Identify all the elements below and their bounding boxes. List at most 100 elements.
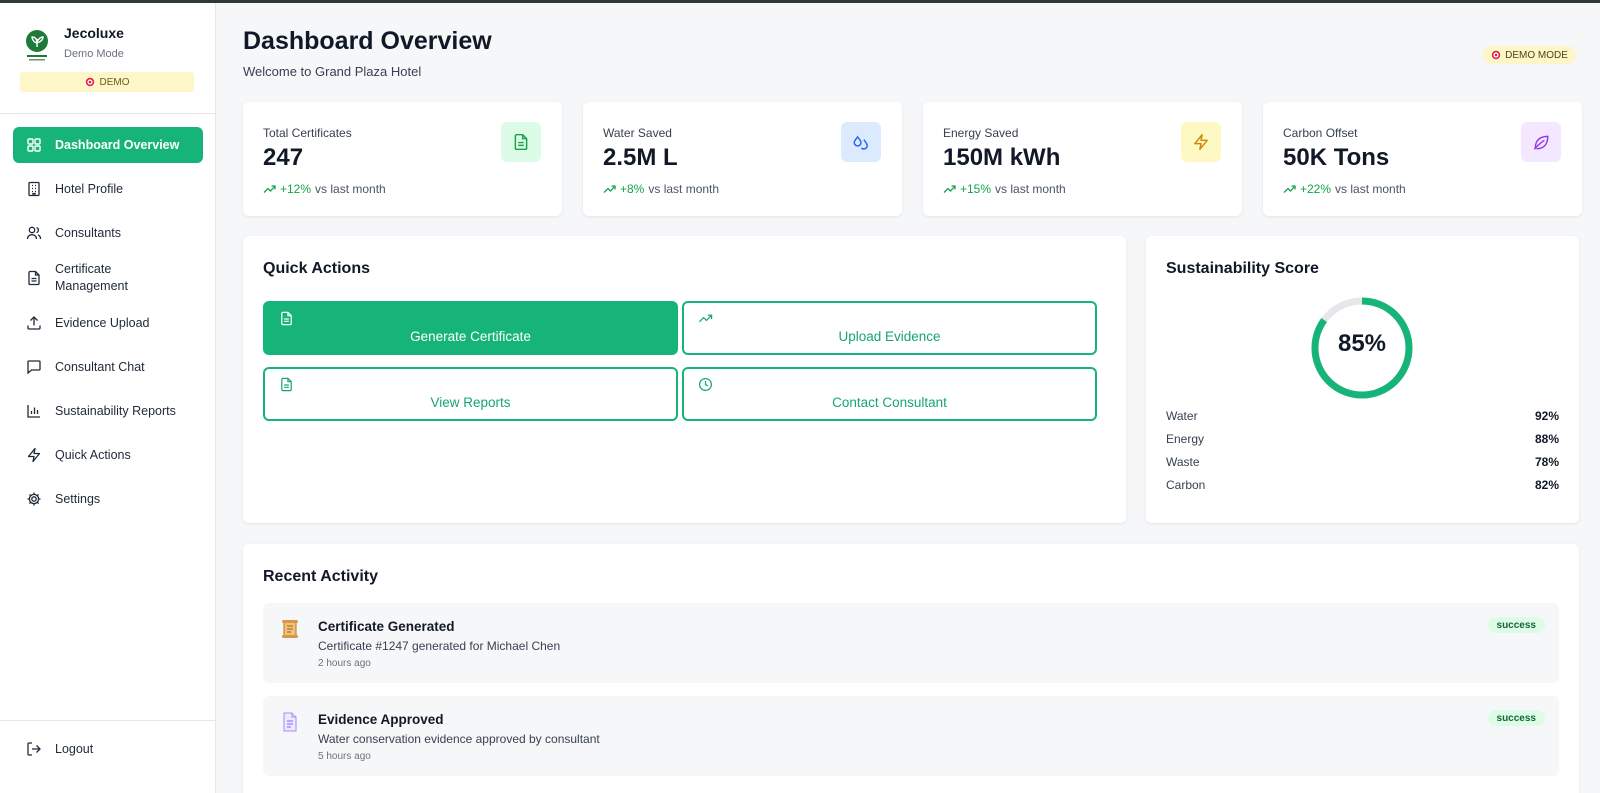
activity-description: Water conservation evidence approved by … [318, 732, 600, 746]
sidebar-item-dashboard-overview[interactable]: Dashboard Overview [13, 127, 203, 163]
sidebar-item-label: Certificate Management [55, 262, 128, 293]
file-icon [28, 270, 40, 286]
file-icon [514, 133, 528, 151]
status-badge: success [1487, 710, 1545, 726]
sidebar-nav: Dashboard Overview Hotel Profile Consult… [13, 127, 203, 525]
stat-trend: +22% vs last month [1283, 182, 1406, 196]
logout-label: Logout [55, 742, 94, 756]
clock-icon [698, 377, 713, 392]
button-label: View Reports [430, 395, 511, 410]
stat-label: Water Saved [603, 126, 672, 140]
metric-name: Energy [1166, 432, 1205, 446]
sustainability-score-title: Sustainability Score [1166, 260, 1319, 277]
stat-trend-suffix: vs last month [648, 182, 720, 196]
file-icon [281, 377, 292, 392]
stat-trend-suffix: vs last month [315, 182, 386, 196]
button-label: Contact Consultant [832, 395, 947, 410]
stat-icon-box [1181, 122, 1221, 162]
recent-activity-card: Recent Activity Certificate Generated Ce… [243, 544, 1579, 793]
brand-mode: Demo Mode [64, 48, 124, 60]
sidebar: Jecoluxe Demo Mode DEMO Dashboard Overvi… [0, 3, 216, 793]
sidebar-item-quick-actions[interactable]: Quick Actions [13, 437, 203, 473]
activity-title: Evidence Approved [318, 712, 444, 727]
status-badge: success [1487, 617, 1545, 633]
metric-value: 78% [1534, 455, 1559, 469]
view-reports-button[interactable]: View Reports [263, 367, 678, 421]
sidebar-item-certificate-management[interactable]: Certificate Management [13, 257, 203, 299]
leaf-icon [1533, 135, 1549, 150]
page-title: Dashboard Overview [243, 27, 492, 55]
sidebar-item-label: Consultant Chat [55, 359, 145, 374]
logout-icon [27, 742, 41, 756]
activity-item[interactable]: Evidence Approved Water conservation evi… [263, 696, 1559, 776]
gear-icon [27, 492, 41, 506]
stat-icon-box [501, 122, 541, 162]
upload-icon [27, 316, 41, 330]
stat-icon-box [1521, 122, 1561, 162]
stat-card-energy-saved: Energy Saved 150M kWh +15% vs last month [923, 102, 1242, 216]
activity-description: Certificate #1247 generated for Michael … [318, 639, 561, 653]
sidebar-item-hotel-profile[interactable]: Hotel Profile [13, 171, 203, 207]
droplets-icon [853, 135, 868, 150]
activity-item[interactable]: Certificate Generated Certificate #1247 … [263, 603, 1559, 683]
sidebar-item-label: Evidence Upload [55, 315, 150, 330]
metric-value: 88% [1534, 432, 1559, 446]
stat-trend-value: +12% [280, 182, 312, 196]
sidebar-item-label: Consultants [55, 225, 122, 240]
stat-value: 50K Tons [1283, 144, 1390, 171]
sidebar-item-label: Dashboard Overview [55, 137, 180, 152]
demo-pill: DEMO [20, 72, 194, 92]
upload-evidence-button[interactable]: Upload Evidence [682, 301, 1097, 355]
brand-name: Jecoluxe [64, 25, 124, 41]
chat-icon [27, 360, 41, 375]
generate-certificate-button[interactable]: Generate Certificate [263, 301, 678, 355]
activity-time: 2 hours ago [318, 658, 371, 669]
sidebar-item-consultants[interactable]: Consultants [13, 215, 203, 251]
stat-label: Total Certificates [263, 126, 352, 140]
metric-row-carbon: Carbon 82% [1166, 478, 1559, 492]
stat-label: Energy Saved [943, 126, 1019, 140]
metric-row-water: Water 92% [1166, 409, 1559, 423]
metric-value: 92% [1534, 409, 1559, 423]
metric-value: 82% [1534, 478, 1559, 492]
target-icon [1491, 50, 1501, 60]
file-icon [281, 311, 292, 326]
scroll-icon [282, 620, 298, 638]
stat-value: 150M kWh [943, 144, 1061, 171]
quick-actions-title: Quick Actions [263, 260, 370, 277]
bar-chart-icon [27, 405, 40, 418]
sidebar-item-sustainability-reports[interactable]: Sustainability Reports [13, 393, 203, 429]
sidebar-item-consultant-chat[interactable]: Consultant Chat [13, 349, 203, 385]
stat-trend-value: +15% [960, 182, 992, 196]
zap-icon [1194, 133, 1208, 151]
metric-name: Water [1166, 409, 1198, 423]
target-icon [85, 77, 94, 87]
stat-trend-suffix: vs last month [1335, 182, 1406, 196]
logout-button[interactable]: Logout [26, 741, 93, 757]
stat-trend: +12% vs last month [263, 182, 386, 196]
stat-value: 2.5M L [603, 144, 678, 171]
recent-activity-title: Recent Activity [263, 568, 378, 585]
building-icon [28, 181, 40, 197]
grid-icon [27, 138, 41, 152]
metric-row-energy: Energy 88% [1166, 432, 1559, 446]
zap-icon [27, 447, 41, 463]
contact-consultant-button[interactable]: Contact Consultant [682, 367, 1097, 421]
users-icon [26, 226, 42, 240]
trending-up-icon [1283, 185, 1296, 193]
demo-pill-label: DEMO [99, 76, 130, 88]
top-border [0, 0, 1600, 3]
stat-card-total-certificates: Total Certificates 247 +12% vs last mont… [243, 102, 562, 216]
activity-time: 5 hours ago [318, 751, 371, 762]
sidebar-item-evidence-upload[interactable]: Evidence Upload [13, 305, 203, 341]
sidebar-item-settings[interactable]: Settings [13, 481, 203, 517]
page-subtitle: Welcome to Grand Plaza Hotel [243, 64, 422, 79]
button-label: Generate Certificate [410, 329, 531, 344]
stat-trend: +15% vs last month [943, 182, 1066, 196]
sustainability-score-card: Sustainability Score 85% Water 92% Energ… [1146, 236, 1579, 523]
metric-name: Carbon [1166, 478, 1206, 492]
trending-up-icon [603, 185, 616, 193]
trending-up-icon [943, 185, 956, 193]
stat-label: Carbon Offset [1283, 126, 1358, 140]
sidebar-divider-bottom [0, 720, 215, 721]
